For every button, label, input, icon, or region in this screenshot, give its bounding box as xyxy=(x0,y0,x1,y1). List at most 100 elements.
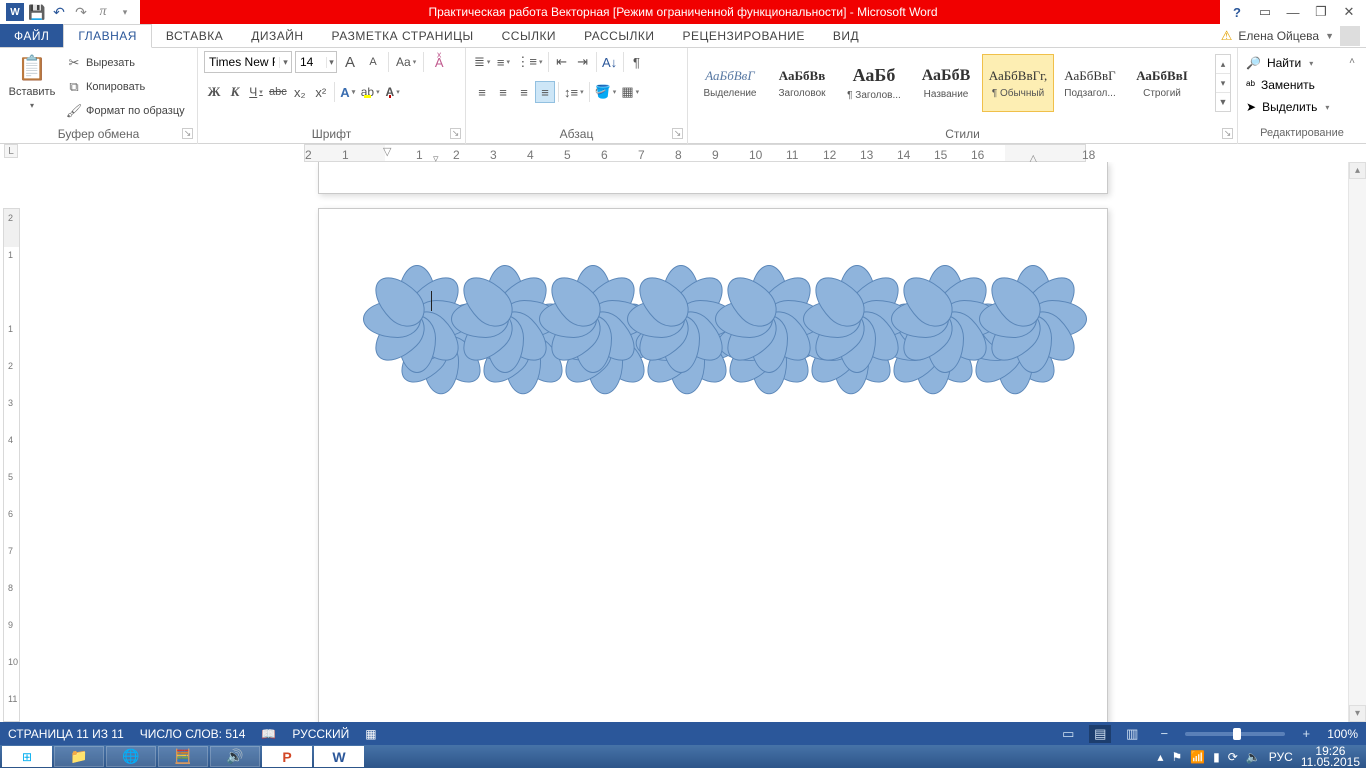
tab-references[interactable]: ССЫЛКИ xyxy=(488,24,570,47)
cut-button[interactable]: ✂Вырезать xyxy=(64,52,187,74)
font-size-combo[interactable]: ▾ xyxy=(295,51,337,73)
tab-file[interactable]: ФАЙЛ xyxy=(0,24,63,47)
style-item[interactable]: АаБбВНазвание xyxy=(910,54,982,112)
strike-button[interactable]: abc xyxy=(267,81,289,103)
indent-marker-icon[interactable]: ▽ xyxy=(383,145,391,158)
paste-button[interactable]: 📋 Вставить ▾ xyxy=(6,50,58,112)
tab-selector[interactable]: L xyxy=(4,144,18,158)
shading-button[interactable]: 🪣▾ xyxy=(593,81,619,103)
style-item[interactable]: АаБбВвГг,¶ Обычный xyxy=(982,54,1054,112)
subscript-button[interactable]: x₂ xyxy=(290,81,310,103)
media-button[interactable]: 🔊 xyxy=(210,746,260,767)
save-icon[interactable]: 💾 xyxy=(28,3,46,21)
copy-button[interactable]: ⧉Копировать xyxy=(64,76,187,98)
collapse-ribbon-icon[interactable]: ˄ xyxy=(1342,52,1362,70)
network-icon[interactable]: 📶 xyxy=(1190,750,1205,764)
qat-more-icon[interactable]: ▾ xyxy=(116,3,134,21)
macro-icon[interactable]: ▦ xyxy=(365,727,376,741)
align-left-button[interactable]: ≡ xyxy=(472,81,492,103)
style-item[interactable]: АаБбВвГПодзагол... xyxy=(1054,54,1126,112)
italic-button[interactable]: К xyxy=(225,81,245,103)
shrink-font-button[interactable]: A xyxy=(363,51,383,73)
outdent-button[interactable]: ⇤ xyxy=(552,51,572,73)
zoom-thumb[interactable] xyxy=(1233,728,1241,740)
styles-gallery[interactable]: АаБбВвГВыделениеАаБбВвЗаголовокАаБб¶ Заг… xyxy=(694,50,1209,112)
grow-font-button[interactable]: A xyxy=(340,51,360,73)
more-icon[interactable]: ▼ xyxy=(1216,93,1230,111)
help-icon[interactable]: ? xyxy=(1224,2,1250,22)
avatar[interactable] xyxy=(1340,26,1360,46)
tab-review[interactable]: РЕЦЕНЗИРОВАНИЕ xyxy=(668,24,818,47)
style-item[interactable]: АаБбВвЗаголовок xyxy=(766,54,838,112)
select-button[interactable]: ➤Выделить▾ xyxy=(1244,96,1331,118)
arrow-down-icon[interactable]: ▾ xyxy=(1216,74,1230,93)
ruler-horizontal[interactable]: 211234567891011121314151618 ▽ ▿ △ xyxy=(24,144,1366,162)
font-name-combo[interactable]: ▾ xyxy=(204,51,292,73)
word-button[interactable]: W xyxy=(314,746,364,767)
tab-view[interactable]: ВИД xyxy=(819,24,873,47)
line-spacing-button[interactable]: ↕≡▾ xyxy=(562,81,586,103)
explorer-button[interactable]: 📁 xyxy=(54,746,104,767)
style-item[interactable]: АаБбВвГВыделение xyxy=(694,54,766,112)
font-launcher-icon[interactable]: ↘ xyxy=(450,128,461,139)
clear-format-button[interactable]: Aͯ xyxy=(429,51,449,73)
indent-button[interactable]: ⇥ xyxy=(573,51,593,73)
tray-up-icon[interactable]: ▴ xyxy=(1157,750,1163,764)
justify-button[interactable]: ≡ xyxy=(535,81,555,103)
align-right-button[interactable]: ≡ xyxy=(514,81,534,103)
tab-insert[interactable]: ВСТАВКА xyxy=(152,24,237,47)
flower-shapes[interactable] xyxy=(369,263,1059,403)
paste-dropdown-icon[interactable]: ▾ xyxy=(30,101,34,110)
underline-button[interactable]: Ч▾ xyxy=(246,81,266,103)
font-color-button[interactable]: A▾ xyxy=(383,81,403,103)
language-status[interactable]: РУССКИЙ xyxy=(292,727,349,741)
flag-icon[interactable]: ⚑ xyxy=(1171,750,1182,764)
align-center-button[interactable]: ≡ xyxy=(493,81,513,103)
find-button[interactable]: 🔎Найти▾ xyxy=(1244,52,1331,74)
styles-launcher-icon[interactable]: ↘ xyxy=(1222,128,1233,139)
scroll-down-icon[interactable]: ▾ xyxy=(1349,705,1366,722)
sort-button[interactable]: A↓ xyxy=(600,51,620,73)
input-lang[interactable]: РУС xyxy=(1269,750,1293,764)
print-layout-icon[interactable]: ▤ xyxy=(1089,725,1111,743)
close-icon[interactable]: ✕ xyxy=(1336,2,1362,22)
tab-home[interactable]: ГЛАВНАЯ xyxy=(63,24,152,48)
arrow-up-icon[interactable]: ▴ xyxy=(1216,55,1230,74)
clock[interactable]: 19:2611.05.2015 xyxy=(1301,746,1360,768)
change-case-button[interactable]: Aa▾ xyxy=(394,51,418,73)
clipboard-launcher-icon[interactable]: ↘ xyxy=(182,128,193,139)
show-marks-button[interactable]: ¶ xyxy=(627,51,647,73)
style-item[interactable]: АаБбВвІСтрогий xyxy=(1126,54,1198,112)
volume-icon[interactable]: 🔈 xyxy=(1246,750,1261,764)
borders-button[interactable]: ▦▾ xyxy=(619,81,641,103)
calc-button[interactable]: 🧮 xyxy=(158,746,208,767)
user-area[interactable]: ⚠ Елена Ойцева ▼ xyxy=(1221,24,1360,48)
chevron-down-icon[interactable]: ▾ xyxy=(326,57,336,68)
superscript-button[interactable]: x² xyxy=(311,81,331,103)
highlight-button[interactable]: ab▾ xyxy=(359,81,382,103)
styles-scroll[interactable]: ▴ ▾ ▼ xyxy=(1215,54,1231,112)
text-effects-button[interactable]: A▾ xyxy=(338,81,358,103)
bullets-button[interactable]: ≣▾ xyxy=(472,51,492,73)
font-name-input[interactable] xyxy=(205,52,279,72)
zoom-out-icon[interactable]: − xyxy=(1153,725,1175,743)
format-painter-button[interactable]: 🖌Формат по образцу xyxy=(64,100,187,122)
ruler-vertical[interactable]: 211234567891011 xyxy=(0,162,24,722)
powerpoint-button[interactable]: P xyxy=(262,746,312,767)
sync-icon[interactable]: ⟳ xyxy=(1228,750,1238,764)
chrome-button[interactable]: 🌐 xyxy=(106,746,156,767)
zoom-slider[interactable] xyxy=(1185,732,1285,736)
redo-icon[interactable]: ↷ xyxy=(72,3,90,21)
page[interactable] xyxy=(318,208,1108,722)
web-layout-icon[interactable]: ▥ xyxy=(1121,725,1143,743)
zoom-in-icon[interactable]: + xyxy=(1295,725,1317,743)
paragraph-launcher-icon[interactable]: ↘ xyxy=(672,128,683,139)
tab-layout[interactable]: РАЗМЕТКА СТРАНИЦЫ xyxy=(318,24,488,47)
proofing-icon[interactable]: 📖 xyxy=(261,727,276,741)
minimize-icon[interactable]: — xyxy=(1280,2,1306,22)
read-mode-icon[interactable]: ▭ xyxy=(1057,725,1079,743)
battery-icon[interactable]: ▮ xyxy=(1213,750,1220,764)
vertical-scrollbar[interactable]: ▴ ▾ xyxy=(1348,162,1366,722)
document-canvas[interactable] xyxy=(24,162,1348,722)
multilevel-button[interactable]: ⋮≡▾ xyxy=(514,51,544,73)
